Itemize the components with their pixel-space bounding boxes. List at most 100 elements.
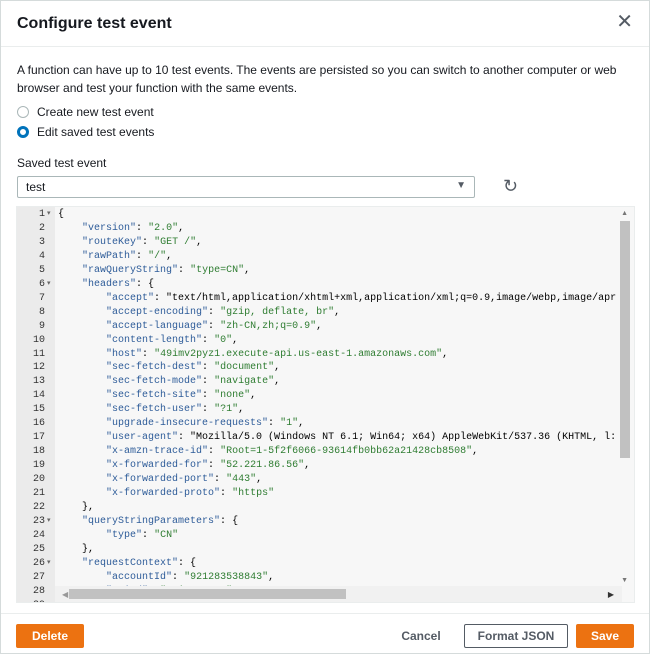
code-line: 10 "content-length": "0",: [17, 334, 616, 348]
line-number: 6: [38, 278, 45, 290]
line-number: 19: [32, 460, 45, 472]
code-line: 26 ▾ "requestContext": {: [17, 557, 616, 571]
code-line: 3 "routeKey": "GET /",: [17, 236, 616, 250]
line-text: "version": "2.0",: [82, 222, 185, 234]
dialog-header: Configure test event ✕: [1, 1, 649, 47]
line-text: "accept-language": "zh-CN,zh;q=0.9",: [106, 320, 323, 332]
scroll-left-icon[interactable]: ◀: [62, 590, 68, 599]
caret-down-icon: ▼: [456, 180, 466, 191]
select-value: test: [26, 180, 46, 194]
line-number: 3: [38, 236, 45, 248]
line-text: "upgrade-insecure-requests": "1",: [106, 418, 305, 430]
line-number: 13: [32, 376, 45, 388]
code-line: 7 "accept": "text/html,application/xhtml…: [17, 292, 616, 306]
line-number: 26: [32, 557, 45, 569]
line-number: 24: [32, 529, 45, 541]
code-line: 25 },: [17, 543, 616, 557]
line-number: 27: [32, 571, 45, 583]
code-line: 16 "upgrade-insecure-requests": "1",: [17, 417, 616, 431]
line-number: 17: [32, 432, 45, 444]
line-number: 9: [38, 320, 45, 332]
line-text: "sec-fetch-site": "none",: [106, 390, 257, 402]
line-number: 8: [38, 306, 45, 318]
line-text: "sec-fetch-mode": "navigate",: [106, 376, 281, 388]
refresh-icon[interactable]: ↻: [503, 176, 518, 197]
radio-label: Create new test event: [37, 105, 154, 119]
line-number: 1: [38, 209, 45, 220]
line-text: "x-forwarded-port": "443",: [106, 474, 263, 486]
line-number: 12: [32, 362, 45, 374]
line-text: "type": "CN": [106, 529, 179, 541]
cancel-button[interactable]: Cancel: [396, 624, 446, 648]
line-text: "accountId": "921283538843",: [106, 571, 275, 583]
saved-event-select[interactable]: test ▼: [17, 176, 475, 198]
format-json-button[interactable]: Format JSON: [464, 624, 568, 648]
code-line: 13 "sec-fetch-mode": "navigate",: [17, 375, 616, 389]
code-lines[interactable]: 1 ▾{2 "version": "2.0", 3 "routeKey": "GET…: [17, 208, 617, 602]
radio-circle[interactable]: [17, 106, 29, 118]
horizontal-scrollbar[interactable]: [69, 589, 346, 599]
line-text: "requestContext": {: [82, 557, 197, 569]
code-line: 6 ▾ "headers": {: [17, 278, 616, 292]
code-line: 24 "type": "CN": [17, 529, 616, 543]
scroll-right-icon[interactable]: ▶: [608, 590, 614, 599]
dialog-title: Configure test event: [17, 15, 172, 32]
line-text: "user-agent": "Mozilla/5.0 (Windows NT 6…: [106, 432, 617, 444]
radio-create-new[interactable]: Create new test event: [17, 105, 154, 119]
vertical-scrollbar[interactable]: [620, 221, 630, 458]
code-line: 20 "x-forwarded-port": "443",: [17, 473, 616, 487]
code-line: 23 ▾ "queryStringParameters": {: [17, 515, 616, 529]
code-line: 11 "host": "49imv2pyz1.execute-api.us-ea…: [17, 348, 616, 362]
fold-icon[interactable]: ▾: [47, 557, 55, 571]
line-number: 11: [32, 348, 45, 360]
line-number: 29: [17, 599, 47, 602]
code-line: 8 "accept-encoding": "gzip, deflate, br"…: [17, 306, 616, 320]
line-number: 22: [32, 502, 45, 514]
fold-icon[interactable]: ▾: [47, 208, 55, 222]
code-line: 22 },: [17, 501, 616, 515]
line-text: "x-forwarded-proto": "https": [106, 488, 275, 500]
radio-label: Edit saved test events: [37, 125, 155, 139]
radio-circle-selected[interactable]: [17, 126, 29, 138]
line-text: "sec-fetch-dest": "document",: [106, 362, 281, 374]
line-number: 5: [38, 264, 45, 276]
code-line: 5 "rawQueryString": "type=CN",: [17, 264, 616, 278]
code-line: 2 "version": "2.0",: [17, 222, 616, 236]
dialog-description: A function can have up to 10 test events…: [17, 63, 617, 95]
line-text: },: [58, 543, 95, 555]
line-number: 21: [32, 488, 45, 500]
line-text: "rawPath": "/",: [82, 250, 173, 262]
delete-button[interactable]: Delete: [16, 624, 84, 648]
line-text: "headers": {: [82, 278, 155, 290]
fold-icon[interactable]: ▾: [47, 515, 55, 529]
save-button[interactable]: Save: [576, 624, 634, 648]
line-text: {: [58, 209, 65, 220]
scroll-down-icon[interactable]: ▼: [621, 577, 628, 584]
fold-icon[interactable]: ▾: [47, 278, 55, 292]
line-text: "queryStringParameters": {: [82, 515, 239, 527]
scroll-up-icon[interactable]: ▲: [621, 210, 628, 217]
json-editor[interactable]: 1 ▾{2 "version": "2.0", 3 "routeKey": "GET…: [16, 206, 635, 603]
close-icon[interactable]: ✕: [616, 12, 633, 32]
line-number: 16: [32, 418, 45, 430]
radio-edit-saved[interactable]: Edit saved test events: [17, 125, 154, 139]
line-number: 23: [32, 515, 45, 527]
line-number: 25: [32, 543, 45, 555]
code-line: 4 "rawPath": "/",: [17, 250, 616, 264]
line-number: 10: [32, 334, 45, 346]
